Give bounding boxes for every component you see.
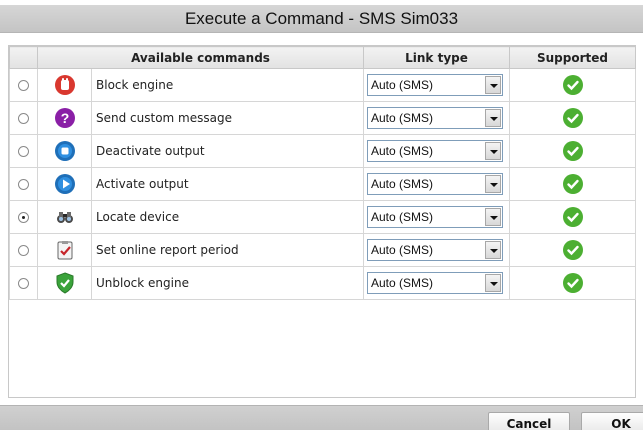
command-label: Locate device <box>91 200 364 234</box>
supported-cell <box>509 266 636 300</box>
link-type-header: Link type <box>363 46 510 69</box>
supported-cell <box>509 101 636 135</box>
link-type-value: Auto (SMS) <box>371 177 434 191</box>
command-radio[interactable] <box>18 146 29 157</box>
link-type-value: Auto (SMS) <box>371 78 434 92</box>
link-cell: Auto (SMS) <box>363 233 510 267</box>
commands-panel: Available commands Link type Supported B… <box>8 45 636 398</box>
link-cell: Auto (SMS) <box>363 167 510 201</box>
command-radio[interactable] <box>18 80 29 91</box>
command-row[interactable]: Block engine Auto (SMS) <box>9 68 636 102</box>
chevron-down-icon[interactable] <box>485 274 501 292</box>
link-type-select[interactable]: Auto (SMS) <box>367 140 503 162</box>
play-circle-icon <box>54 173 76 195</box>
command-label: Send custom message <box>91 101 364 135</box>
radio-cell <box>9 167 38 201</box>
link-type-select[interactable]: Auto (SMS) <box>367 107 503 129</box>
commands-table: Available commands Link type Supported B… <box>9 46 636 300</box>
chevron-down-icon[interactable] <box>485 109 501 127</box>
dialog-footer: Cancel OK <box>0 405 643 430</box>
link-cell: Auto (SMS) <box>363 101 510 135</box>
radio-cell <box>9 233 38 267</box>
link-type-value: Auto (SMS) <box>371 243 434 257</box>
cancel-button[interactable]: Cancel <box>488 412 570 430</box>
icon-cell <box>37 134 92 168</box>
radio-cell <box>9 134 38 168</box>
link-type-select[interactable]: Auto (SMS) <box>367 272 503 294</box>
command-radio[interactable] <box>18 212 29 223</box>
command-radio[interactable] <box>18 245 29 256</box>
chevron-down-icon[interactable] <box>485 142 501 160</box>
check-circle-icon <box>562 107 584 129</box>
link-type-select[interactable]: Auto (SMS) <box>367 74 503 96</box>
command-row[interactable]: Unblock engine Auto (SMS) <box>9 266 636 300</box>
radio-cell <box>9 266 38 300</box>
chevron-down-icon[interactable] <box>485 175 501 193</box>
radio-cell <box>9 68 38 102</box>
binoculars-icon <box>54 206 76 228</box>
check-circle-icon <box>562 239 584 261</box>
chevron-down-icon[interactable] <box>485 241 501 259</box>
clipboard-check-icon <box>54 239 76 261</box>
link-type-value: Auto (SMS) <box>371 144 434 158</box>
command-label: Block engine <box>91 68 364 102</box>
table-header-row: Available commands Link type Supported <box>9 46 636 69</box>
icon-cell <box>37 167 92 201</box>
command-row[interactable]: Locate device Auto (SMS) <box>9 200 636 234</box>
svg-text:?: ? <box>60 110 69 126</box>
link-type-select[interactable]: Auto (SMS) <box>367 173 503 195</box>
stop-circle-icon <box>54 140 76 162</box>
shield-check-icon <box>54 272 76 294</box>
link-cell: Auto (SMS) <box>363 68 510 102</box>
commands-header: Available commands <box>37 46 364 69</box>
icon-cell <box>37 68 92 102</box>
link-type-value: Auto (SMS) <box>371 210 434 224</box>
command-row[interactable]: Deactivate output Auto (SMS) <box>9 134 636 168</box>
supported-cell <box>509 167 636 201</box>
stop-hand-icon <box>54 74 76 96</box>
radio-cell <box>9 101 38 135</box>
link-cell: Auto (SMS) <box>363 266 510 300</box>
link-type-select[interactable]: Auto (SMS) <box>367 239 503 261</box>
link-type-select[interactable]: Auto (SMS) <box>367 206 503 228</box>
supported-cell <box>509 233 636 267</box>
supported-header: Supported <box>509 46 636 69</box>
icon-cell <box>37 200 92 234</box>
chevron-down-icon[interactable] <box>485 208 501 226</box>
check-circle-icon <box>562 173 584 195</box>
supported-cell <box>509 68 636 102</box>
check-circle-icon <box>562 206 584 228</box>
command-label: Set online report period <box>91 233 364 267</box>
question-mark-icon: ? <box>54 107 76 129</box>
supported-cell <box>509 134 636 168</box>
command-radio[interactable] <box>18 278 29 289</box>
icon-cell <box>37 266 92 300</box>
check-circle-icon <box>562 272 584 294</box>
link-type-value: Auto (SMS) <box>371 276 434 290</box>
link-cell: Auto (SMS) <box>363 200 510 234</box>
icon-cell: ? <box>37 101 92 135</box>
command-label: Unblock engine <box>91 266 364 300</box>
check-circle-icon <box>562 74 584 96</box>
command-row[interactable]: Set online report period Auto (SMS) <box>9 233 636 267</box>
command-radio[interactable] <box>18 179 29 190</box>
supported-cell <box>509 200 636 234</box>
icon-cell <box>37 233 92 267</box>
command-label: Deactivate output <box>91 134 364 168</box>
dialog-title: Execute a Command - SMS Sim033 <box>0 5 643 33</box>
command-label: Activate output <box>91 167 364 201</box>
radio-cell <box>9 200 38 234</box>
command-radio[interactable] <box>18 113 29 124</box>
command-row[interactable]: Activate output Auto (SMS) <box>9 167 636 201</box>
ok-button[interactable]: OK <box>581 412 643 430</box>
chevron-down-icon[interactable] <box>485 76 501 94</box>
radio-header <box>9 46 38 69</box>
command-row[interactable]: ? Send custom message Auto (SMS) <box>9 101 636 135</box>
link-type-value: Auto (SMS) <box>371 111 434 125</box>
link-cell: Auto (SMS) <box>363 134 510 168</box>
check-circle-icon <box>562 140 584 162</box>
